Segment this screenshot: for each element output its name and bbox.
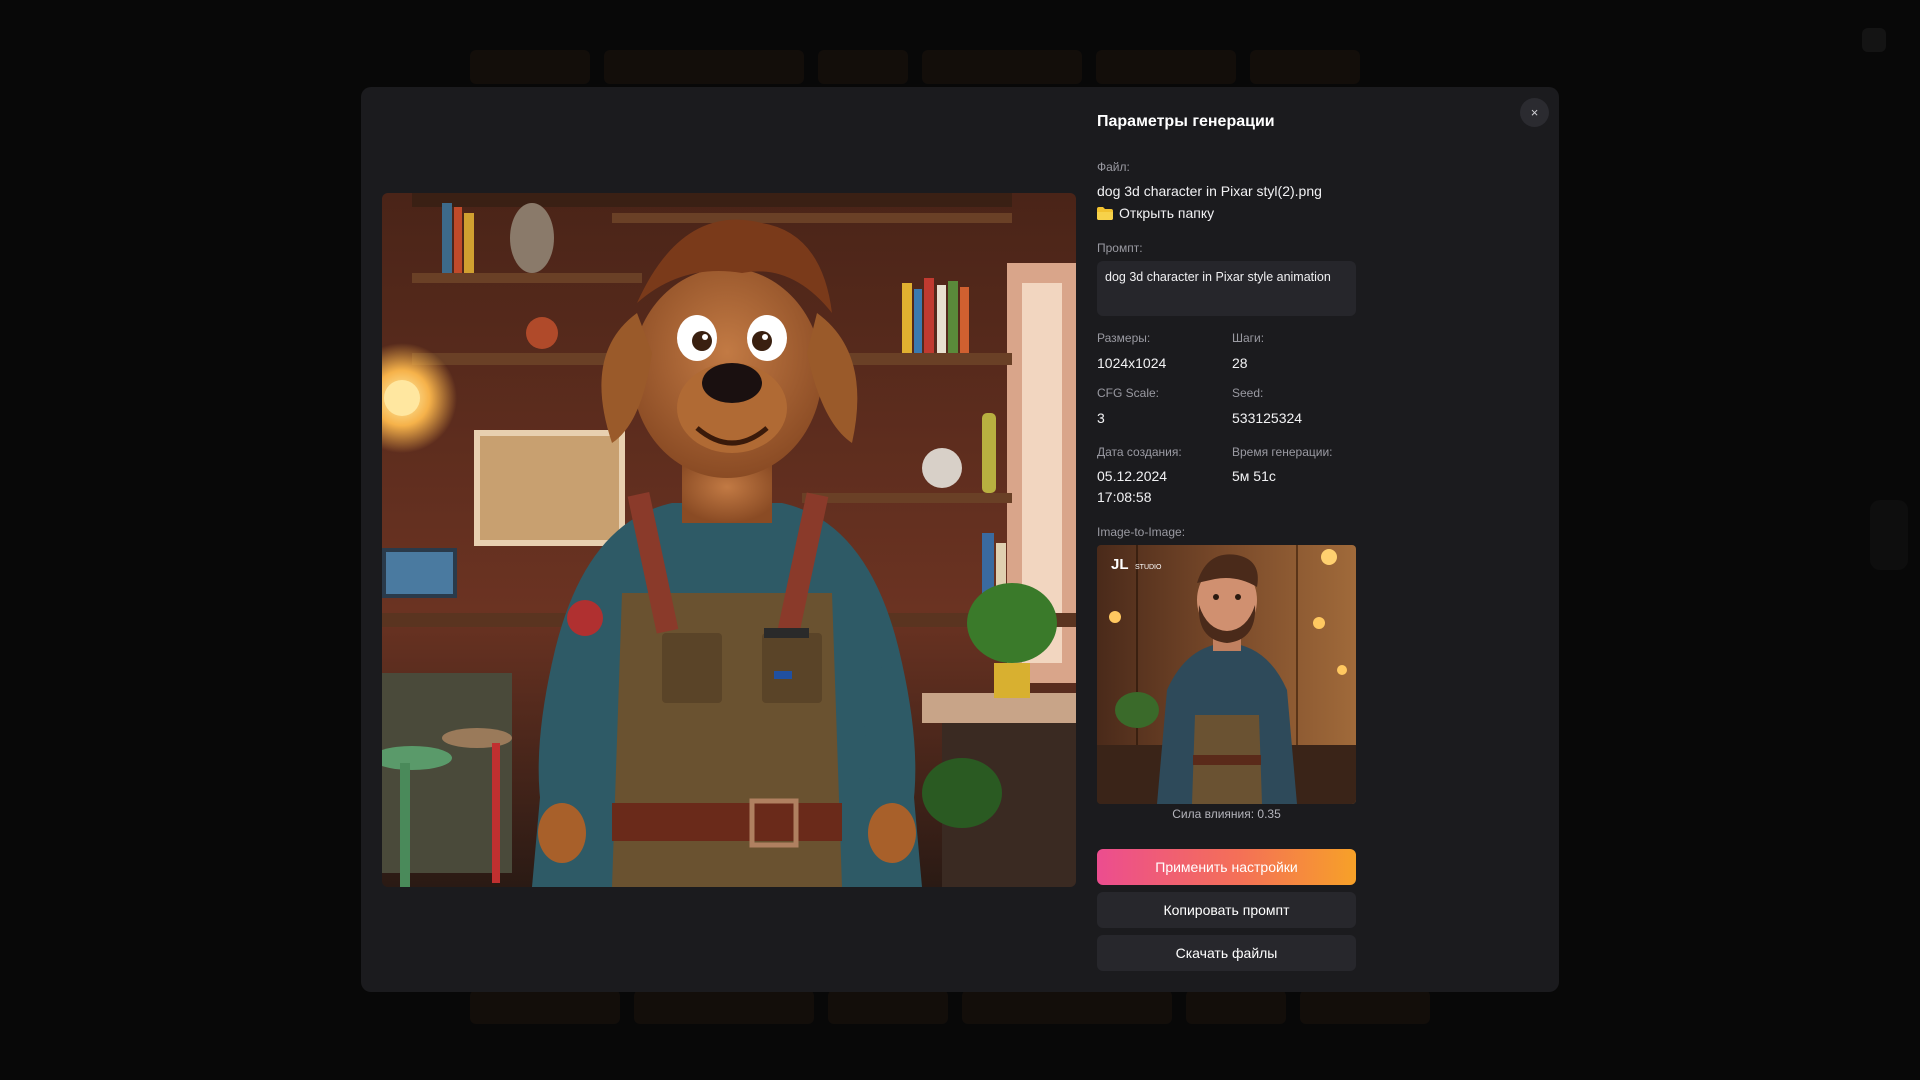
open-folder-label: Открыть папку — [1119, 205, 1215, 221]
gen-time-value: 5м 51с — [1232, 468, 1276, 484]
img2img-label: Image-to-Image: — [1097, 525, 1186, 539]
influence-strength: Сила влияния: 0.35 — [1172, 807, 1281, 821]
size-label: Размеры: — [1097, 331, 1151, 345]
file-name: dog 3d character in Pixar styl(2).png — [1097, 183, 1322, 199]
img2img-source-image: JL STUDIO — [1097, 545, 1356, 804]
seed-label: Seed: — [1232, 386, 1264, 400]
close-icon: × — [1530, 105, 1539, 120]
prompt-text: dog 3d character in Pixar style animatio… — [1097, 261, 1356, 316]
steps-value: 28 — [1232, 355, 1248, 371]
cfg-label: CFG Scale: — [1097, 386, 1160, 400]
copy-prompt-button[interactable]: Копировать промпт — [1097, 892, 1356, 928]
gen-time-label: Время генерации: — [1232, 445, 1333, 459]
background-side-control — [1870, 500, 1908, 570]
generation-params-modal: × Параметры генерации Файл: dog 3d chara… — [361, 87, 1559, 992]
img2img-logo-subtext: STUDIO — [1135, 564, 1162, 571]
modal-title: Параметры генерации — [1097, 113, 1275, 130]
time-value: 17:08:58 — [1097, 489, 1152, 505]
folder-icon — [1097, 206, 1113, 220]
prompt-label: Промпт: — [1097, 241, 1143, 255]
cfg-value: 3 — [1097, 410, 1105, 426]
apply-settings-button[interactable]: Применить настройки — [1097, 849, 1356, 885]
seed-value: 533125324 — [1232, 410, 1303, 426]
background-header-strip — [470, 50, 1450, 84]
background-corner-control — [1862, 28, 1886, 52]
file-label: Файл: — [1097, 160, 1130, 174]
download-files-button[interactable]: Скачать файлы — [1097, 935, 1356, 971]
size-value: 1024x1024 — [1097, 355, 1167, 371]
params-panel: Параметры генерации Файл: dog 3d charact… — [1097, 87, 1357, 992]
generated-image — [382, 193, 1076, 887]
date-label: Дата создания: — [1097, 445, 1182, 459]
close-button[interactable]: × — [1520, 98, 1549, 127]
img2img-logo-text: JL — [1111, 556, 1129, 573]
steps-label: Шаги: — [1232, 331, 1265, 345]
open-folder-link[interactable]: Открыть папку — [1097, 205, 1214, 221]
date-value: 05.12.2024 — [1097, 468, 1168, 484]
background-footer-strip — [470, 990, 1450, 1024]
